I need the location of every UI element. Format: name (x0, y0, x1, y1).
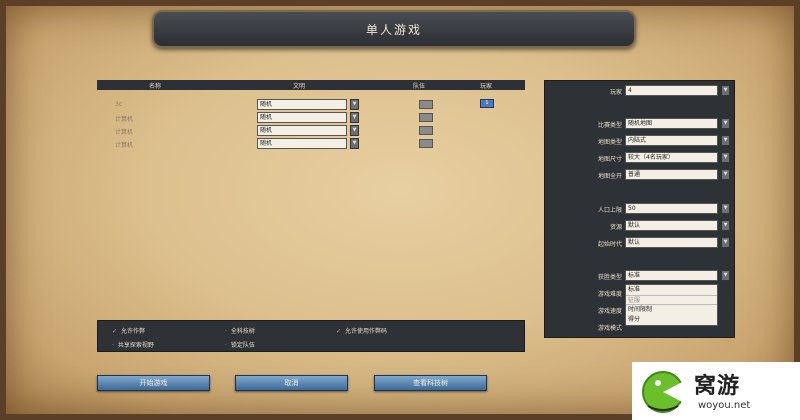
civ-select[interactable]: 随机 (257, 125, 347, 136)
chevron-down-icon[interactable]: ▼ (721, 237, 730, 248)
chevron-down-icon[interactable]: ▼ (721, 169, 730, 180)
watermark: 窝游 woyou.net (632, 362, 800, 420)
player-name[interactable]: 计算机 (115, 127, 133, 136)
bullet-icon[interactable]: · (225, 328, 227, 335)
civ-select[interactable]: 随机 (257, 112, 347, 123)
header-name: 名称 (149, 83, 162, 90)
civ-dropdown-button[interactable]: ▼ (350, 125, 359, 136)
setting-label: 地图全开 (597, 173, 622, 180)
player-row: 计算机 随机 ▼ (97, 138, 525, 150)
chevron-down-icon[interactable]: ▼ (721, 135, 730, 146)
dropdown-option[interactable]: 时间限制 (626, 305, 717, 315)
map-reveal-select[interactable]: 普通 (625, 169, 718, 180)
chevron-down-icon[interactable]: ▼ (721, 152, 730, 163)
start-game-button[interactable]: 开始游戏 (97, 375, 210, 391)
dropdown-option[interactable]: 标准 (626, 285, 717, 295)
team-select[interactable] (419, 139, 433, 148)
civ-select[interactable]: 随机 (257, 99, 347, 110)
setting-label: 地图尺寸 (597, 156, 622, 163)
setting-label: 起始时代 (597, 241, 622, 248)
setting-label: 比赛类型 (597, 122, 622, 129)
check-icon[interactable]: ✓ (336, 328, 341, 335)
settings-panel: 玩家 4 ▼ 比赛类型 随机地图 ▼ 地图类型 内陆式 ▼ 地图尺寸 较大（4名… (544, 80, 735, 338)
player-number-button[interactable]: 1 (480, 99, 494, 108)
option-label: 锁定队伍 (230, 342, 255, 349)
map-type-select[interactable]: 内陆式 (625, 135, 718, 146)
chevron-down-icon[interactable]: ▼ (721, 270, 730, 281)
option-allow-cheat-codes[interactable]: ✓ 允许使用作弊码 (336, 326, 387, 335)
players-select[interactable]: 4 (625, 85, 718, 96)
civ-dropdown-button[interactable]: ▼ (350, 112, 359, 123)
player-name[interactable]: 计算机 (115, 114, 133, 123)
setting-label: 游戏模式 (597, 325, 622, 332)
setting-map-size: 地图尺寸 较大（4名玩家） ▼ (545, 151, 736, 165)
header-player: 玩家 (480, 83, 493, 90)
chevron-down-icon[interactable]: ▼ (721, 85, 730, 96)
chevron-down-icon[interactable]: ▼ (721, 203, 730, 214)
header-team: 队伍 (413, 83, 426, 90)
dropdown-option[interactable]: 征服 (626, 295, 717, 305)
bullet-icon[interactable]: · (112, 342, 114, 349)
team-select[interactable] (419, 100, 433, 109)
option-label: 共享探索视野 (117, 342, 154, 349)
chevron-down-icon[interactable]: ▼ (721, 220, 730, 231)
setting-pop-limit: 人口上限 50 ▼ (545, 202, 736, 216)
setting-match-type: 比赛类型 随机地图 ▼ (545, 117, 736, 131)
option-shared-exploration[interactable]: · 共享探索视野 (112, 340, 154, 349)
resources-select[interactable]: 默认 (625, 220, 718, 231)
cancel-button[interactable]: 取消 (235, 375, 348, 391)
setting-label: 游戏难度 (597, 291, 622, 298)
start-age-select[interactable]: 默认 (625, 237, 718, 248)
setting-players: 玩家 4 ▼ (545, 84, 736, 98)
victory-select[interactable]: 标准 (625, 270, 718, 281)
option-allow-cheats[interactable]: ✓ 允许作弊 (112, 326, 145, 335)
option-label: 允许作弊 (121, 328, 146, 335)
setting-label: 游戏速度 (597, 308, 622, 315)
option-label: 全科技树 (230, 328, 255, 335)
tech-tree-button[interactable]: 查看科技树 (374, 375, 487, 391)
watermark-brand: 窝游 (694, 374, 741, 399)
bullet-icon[interactable]: · (225, 342, 227, 349)
map-size-select[interactable]: 较大（4名玩家） (625, 152, 718, 163)
setting-label: 玩家 (609, 89, 622, 96)
players-panel: 名称 文明 队伍 玩家 3c 随机 ▼ 1 计算机 随机 ▼ 计算机 随机 ▼ … (97, 80, 525, 302)
player-row: 3c 随机 ▼ 1 (97, 99, 525, 111)
victory-dropdown-list: 标准 征服 时间限制 得分 (625, 284, 718, 326)
civ-dropdown-button[interactable]: ▼ (350, 99, 359, 110)
watermark-logo-icon (642, 371, 686, 413)
civ-dropdown-button[interactable]: ▼ (350, 138, 359, 149)
pop-limit-select[interactable]: 50 (625, 203, 718, 214)
dropdown-option[interactable]: 得分 (626, 315, 717, 325)
setting-label: 获胜类型 (597, 274, 622, 281)
setting-victory: 获胜类型 标准 ▼ (545, 269, 736, 283)
match-type-select[interactable]: 随机地图 (625, 118, 718, 129)
check-icon[interactable]: ✓ (112, 328, 117, 335)
header-civ: 文明 (293, 83, 306, 90)
team-select[interactable] (419, 126, 433, 135)
player-row: 计算机 随机 ▼ (97, 112, 525, 124)
setting-label: 资源 (609, 224, 622, 231)
setting-label: 地图类型 (597, 139, 622, 146)
civ-select[interactable]: 随机 (257, 138, 347, 149)
setting-resources: 资源 默认 ▼ (545, 219, 736, 233)
team-select[interactable] (419, 113, 433, 122)
players-header: 名称 文明 队伍 玩家 (97, 80, 525, 90)
setting-start-age: 起始时代 默认 ▼ (545, 236, 736, 250)
option-all-techs[interactable]: · 全科技树 (225, 326, 255, 335)
setting-map-reveal: 地图全开 普通 ▼ (545, 168, 736, 182)
title-banner: 单人游戏 (152, 10, 636, 48)
chevron-down-icon[interactable]: ▼ (721, 118, 730, 129)
option-lock-teams[interactable]: · 锁定队伍 (225, 340, 255, 349)
option-label: 允许使用作弊码 (345, 328, 388, 335)
page-title: 单人游戏 (365, 22, 422, 37)
setting-map-type: 地图类型 内陆式 ▼ (545, 134, 736, 148)
player-name[interactable]: 3c (115, 101, 122, 108)
player-name[interactable]: 计算机 (115, 140, 133, 149)
player-row: 计算机 随机 ▼ (97, 125, 525, 137)
watermark-url: woyou.net (698, 400, 751, 411)
options-bar: ✓ 允许作弊 · 全科技树 ✓ 允许使用作弊码 · 共享探索视野 · 锁定队伍 (97, 320, 525, 352)
setting-label: 人口上限 (597, 207, 622, 214)
